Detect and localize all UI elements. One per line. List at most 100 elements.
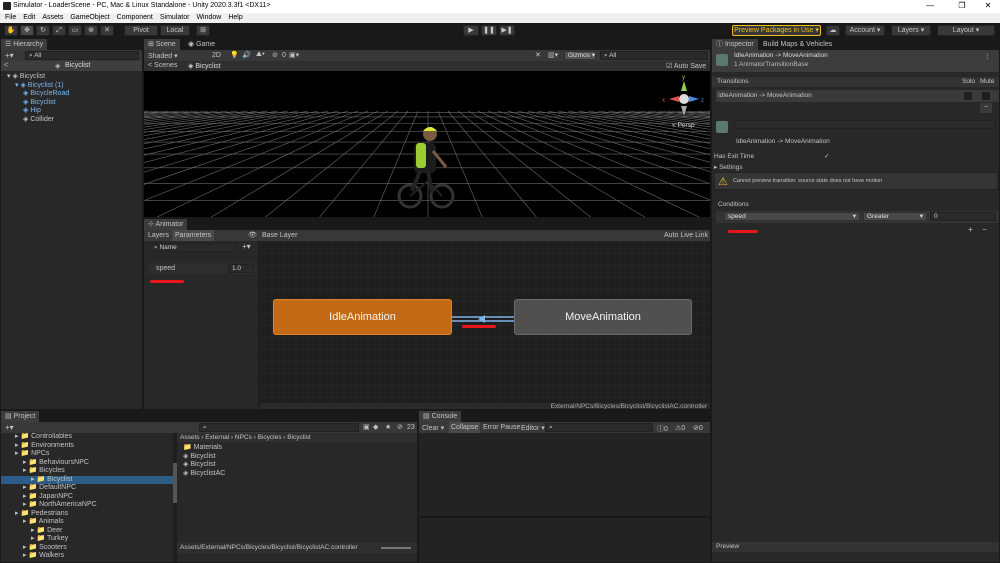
transition-row[interactable]: IdleAnimation -> MoveAnimation bbox=[716, 90, 999, 102]
close-button[interactable]: ✕ bbox=[978, 1, 998, 10]
transition-arrow-icon[interactable] bbox=[478, 315, 485, 323]
effects-icon[interactable]: ⛰▾ bbox=[256, 51, 265, 59]
console-error-pause-toggle[interactable]: Error Pause bbox=[483, 424, 520, 431]
remove-transition-button[interactable]: − bbox=[980, 103, 992, 113]
scenes-back-arrow[interactable]: < Scenes bbox=[148, 62, 177, 69]
tools-icon[interactable]: ✕ bbox=[535, 51, 541, 59]
light-icon[interactable]: 💡 bbox=[230, 51, 239, 59]
menu-edit[interactable]: Edit bbox=[23, 13, 35, 23]
hierarchy-search-input[interactable]: ⌕ All bbox=[25, 51, 139, 60]
pivot-toggle[interactable]: Pivot bbox=[124, 25, 158, 36]
tab-game[interactable]: ◉ Game bbox=[184, 39, 219, 50]
layers-dropdown[interactable]: Layers ▾ bbox=[891, 25, 931, 36]
minimize-button[interactable]: — bbox=[920, 1, 940, 10]
transform-tool-icon[interactable]: ⊕ bbox=[84, 25, 98, 36]
inspector-menu-icon[interactable]: ⋮ bbox=[984, 52, 991, 60]
layout-dropdown[interactable]: Layout ▾ bbox=[937, 25, 995, 36]
hierarchy-item[interactable]: ▾ ◈ Bicyclist bbox=[7, 73, 45, 81]
hidden-objects-icon[interactable]: ⊘ bbox=[272, 51, 278, 59]
rotate-tool-icon[interactable]: ↻ bbox=[36, 25, 50, 36]
account-dropdown[interactable]: Account ▾ bbox=[845, 25, 885, 36]
settings-foldout[interactable]: ▸ Settings bbox=[714, 163, 743, 171]
menu-assets[interactable]: Assets bbox=[42, 13, 63, 23]
project-search-input[interactable]: ⌕ bbox=[199, 423, 359, 432]
console-split[interactable] bbox=[419, 516, 710, 518]
condition-value-input[interactable]: 0 bbox=[930, 212, 996, 221]
parameters-subtab[interactable]: Parameters bbox=[172, 230, 215, 241]
menu-component[interactable]: Component bbox=[117, 13, 153, 23]
project-add-icon[interactable]: +▾ bbox=[5, 423, 14, 432]
2d-toggle[interactable]: 2D bbox=[212, 52, 221, 59]
view-options-icon[interactable]: ▥▾ bbox=[548, 51, 558, 59]
pause-button[interactable]: ❚❚ bbox=[481, 25, 497, 36]
rect-tool-icon[interactable]: ▭ bbox=[68, 25, 82, 36]
condition-op-dropdown[interactable]: Greater ▾ bbox=[863, 212, 927, 221]
param-row-speed[interactable]: speed 1.0 bbox=[148, 263, 256, 274]
move-tool-icon[interactable]: ✥ bbox=[20, 25, 34, 36]
back-arrow-icon[interactable]: < bbox=[4, 62, 8, 69]
hierarchy-item[interactable]: ▾ ◈ Bicyclist (1) bbox=[15, 82, 64, 90]
add-condition-button[interactable]: + bbox=[968, 225, 973, 234]
has-exit-time-checkbox[interactable]: ✓ bbox=[824, 152, 829, 160]
project-file-item[interactable]: ◈ BicyclistAC bbox=[183, 470, 225, 478]
favorite-icon[interactable]: ★ bbox=[385, 423, 391, 431]
project-file-item[interactable]: ◈ Bicyclist bbox=[183, 461, 216, 469]
tab-project[interactable]: ▤ Project bbox=[1, 411, 40, 422]
hand-tool-icon[interactable]: ✋ bbox=[4, 25, 18, 36]
hidden-packages-icon[interactable]: ⊘ bbox=[397, 423, 403, 431]
preview-bar[interactable]: Preview bbox=[712, 542, 999, 552]
scene-viewport[interactable]: y x z < Persp bbox=[144, 71, 711, 218]
console-clear-button[interactable]: Clear ▾ bbox=[422, 424, 444, 432]
eye-icon[interactable]: 👁 bbox=[248, 231, 257, 239]
console-search-input[interactable]: ⌕ bbox=[545, 423, 653, 432]
preview-packages-button[interactable]: Preview Packages in Use ▾ bbox=[732, 25, 821, 36]
project-tree-item[interactable]: ▸ 📁 Pedestrians bbox=[1, 510, 173, 518]
transition-name-input[interactable] bbox=[734, 120, 996, 129]
camera-icon[interactable]: ▣▾ bbox=[289, 51, 299, 59]
tab-console[interactable]: ▤ Console bbox=[419, 411, 462, 422]
audio-icon[interactable]: 🔊 bbox=[242, 51, 251, 59]
custom-tool-icon[interactable]: ✕ bbox=[100, 25, 114, 36]
mute-checkbox[interactable] bbox=[982, 92, 990, 100]
project-file-item[interactable]: ◈ Bicyclist bbox=[183, 453, 216, 461]
log-count[interactable]: ⓘ0 bbox=[657, 424, 668, 434]
bicyclist-model[interactable] bbox=[397, 127, 455, 209]
tab-inspector[interactable]: ⓘ Inspector bbox=[712, 39, 758, 50]
tab-hierarchy[interactable]: ☰ Hierarchy bbox=[1, 39, 48, 50]
error-count[interactable]: ⊘0 bbox=[693, 424, 703, 432]
tab-scene[interactable]: ⊞ Scene bbox=[144, 39, 180, 50]
menu-help[interactable]: Help bbox=[228, 13, 242, 23]
hierarchy-item[interactable]: ◈ Collider bbox=[23, 116, 54, 124]
play-button[interactable]: ▶ bbox=[463, 25, 479, 36]
param-value-input[interactable]: 1.0 bbox=[228, 264, 254, 273]
project-tree-item[interactable]: ▸ 📁 Scooters bbox=[1, 544, 173, 552]
scale-tool-icon[interactable]: ⤢ bbox=[52, 25, 66, 36]
project-file-item[interactable]: 📁 Materials bbox=[183, 444, 222, 452]
step-button[interactable]: ▶❚ bbox=[499, 25, 515, 36]
snap-icon[interactable]: ⊞ bbox=[196, 25, 210, 36]
project-tree-item[interactable]: ▸ 📁 Walkers bbox=[1, 552, 173, 560]
filter-type-icon[interactable]: ▣ bbox=[363, 423, 370, 431]
project-tree-item[interactable]: ▸ 📁 Environments bbox=[1, 442, 173, 450]
param-search-input[interactable]: ⌕ Name bbox=[150, 243, 236, 252]
project-tree-item[interactable]: ▸ 📁 Animals bbox=[1, 518, 173, 526]
auto-live-link-button[interactable]: Auto Live Link bbox=[664, 232, 708, 239]
hierarchy-item[interactable]: ◈ Hip bbox=[23, 107, 41, 115]
state-node-idle[interactable]: IdleAnimation bbox=[273, 299, 452, 335]
orientation-gizmo[interactable]: y x z bbox=[662, 75, 704, 116]
remove-condition-button[interactable]: − bbox=[982, 225, 987, 234]
add-icon[interactable]: +▾ bbox=[5, 51, 14, 60]
project-tree-item[interactable]: ▸ 📁 JapanNPC bbox=[1, 493, 173, 501]
project-tree-item[interactable]: ▸ 📁 BehavioursNPC bbox=[1, 459, 173, 467]
project-tree-item[interactable]: ▸ 📁 NPCs bbox=[1, 450, 173, 458]
tab-animator[interactable]: ⊹ Animator bbox=[144, 219, 188, 230]
layers-subtab[interactable]: Layers bbox=[148, 232, 169, 239]
gizmos-dropdown[interactable]: Gizmos ▾ bbox=[564, 51, 596, 60]
auto-save-toggle[interactable]: ☑ Auto Save bbox=[666, 62, 706, 70]
project-tree-item[interactable]: ▸ 📁 Controllables bbox=[1, 433, 173, 441]
shading-mode-dropdown[interactable]: Shaded ▾ bbox=[148, 52, 178, 60]
console-editor-dropdown[interactable]: Editor ▾ bbox=[521, 424, 545, 432]
project-tree-item[interactable]: ▸ 📁 Bicyclist bbox=[1, 475, 173, 484]
persp-label[interactable]: < Persp bbox=[672, 122, 695, 129]
menu-simulator[interactable]: Simulator bbox=[160, 13, 190, 23]
